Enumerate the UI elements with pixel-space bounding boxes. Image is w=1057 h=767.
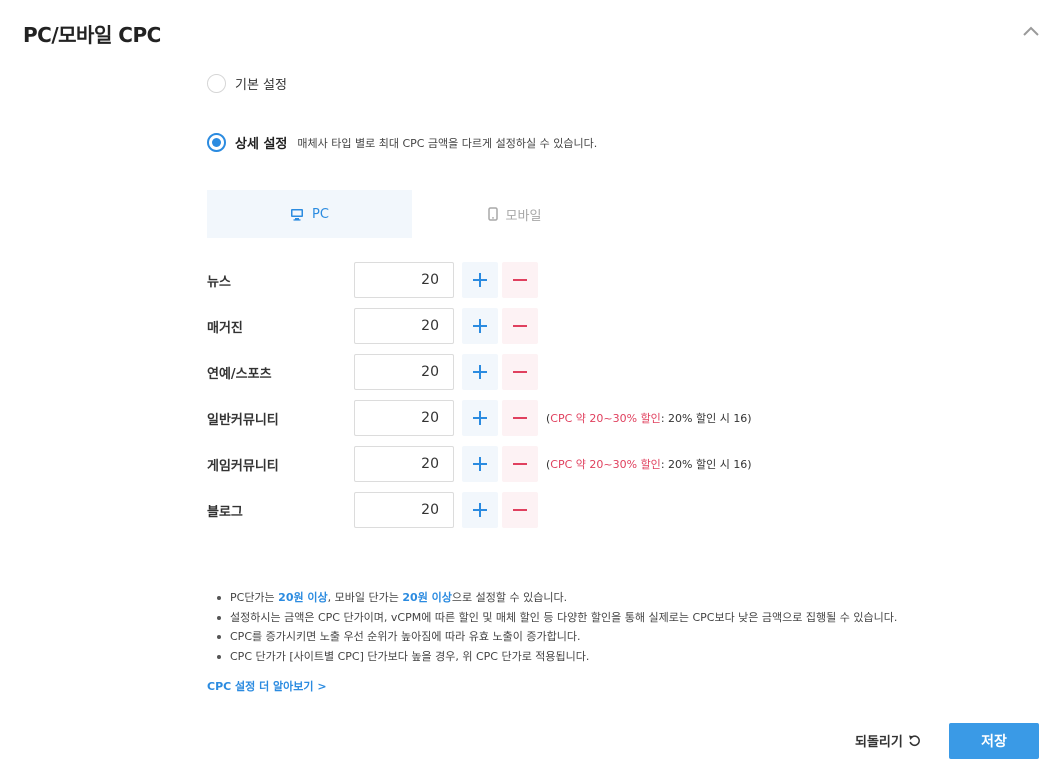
discount-note: (CPC 약 20~30% 할인: 20% 할인 시 16) xyxy=(546,410,752,426)
minus-icon xyxy=(513,509,527,511)
increase-button[interactable] xyxy=(462,262,498,298)
decrease-button[interactable] xyxy=(502,492,538,528)
detail-setting-description: 매체사 타입 별로 최대 CPC 금액을 다르게 설정하실 수 있습니다. xyxy=(297,136,598,150)
plus-icon xyxy=(473,273,487,287)
plus-icon xyxy=(473,457,487,471)
discount-note-rest: : 20% 할인 시 16) xyxy=(660,458,752,471)
note-highlight: 20원 이상 xyxy=(278,591,328,604)
cpc-row: 일반커뮤니티 (CPC 약 20~30% 할인: 20% 할인 시 16) xyxy=(207,400,752,436)
increase-button[interactable] xyxy=(462,446,498,482)
note-highlight: 20원 이상 xyxy=(402,591,452,604)
minus-icon xyxy=(513,463,527,465)
device-tabs: PC 모바일 xyxy=(207,190,617,238)
cpc-row: 블로그 xyxy=(207,492,538,528)
detail-setting-option[interactable]: 상세 설정 매체사 타입 별로 최대 CPC 금액을 다르게 설정하실 수 있습… xyxy=(207,133,597,152)
plus-icon xyxy=(473,411,487,425)
basic-setting-option[interactable]: 기본 설정 xyxy=(207,74,287,93)
tab-pc-label: PC xyxy=(312,206,329,222)
cpc-value-input[interactable] xyxy=(354,354,454,390)
note-item: CPC 단가가 [사이트별 CPC] 단가보다 높을 경우, 위 CPC 단가로… xyxy=(217,647,897,667)
undo-icon xyxy=(908,735,920,746)
cpc-value-input[interactable] xyxy=(354,400,454,436)
discount-note: (CPC 약 20~30% 할인: 20% 할인 시 16) xyxy=(546,456,752,472)
chevron-up-icon xyxy=(1023,26,1039,36)
basic-setting-label: 기본 설정 xyxy=(235,78,287,93)
decrease-button[interactable] xyxy=(502,308,538,344)
note-text: , 모바일 단가는 xyxy=(327,591,403,604)
note-text: PC단가는 xyxy=(230,591,279,604)
reset-button-label: 되돌리기 xyxy=(855,735,903,750)
note-item: 설정하시는 금액은 CPC 단가이며, vCPM에 따른 할인 및 매체 할인 … xyxy=(217,608,897,628)
cpc-row-label: 일반커뮤니티 xyxy=(207,412,279,428)
plus-icon xyxy=(473,319,487,333)
minus-icon xyxy=(513,371,527,373)
increase-button[interactable] xyxy=(462,354,498,390)
mobile-phone-icon xyxy=(487,207,498,221)
increase-button[interactable] xyxy=(462,400,498,436)
learn-more-link[interactable]: CPC 설정 더 알아보기 > xyxy=(207,678,327,694)
cpc-row: 뉴스 xyxy=(207,262,538,298)
save-button[interactable]: 저장 xyxy=(949,723,1039,759)
increase-button[interactable] xyxy=(462,308,498,344)
note-item: PC단가는 20원 이상, 모바일 단가는 20원 이상으로 설정할 수 있습니… xyxy=(217,588,897,608)
cpc-row: 게임커뮤니티 (CPC 약 20~30% 할인: 20% 할인 시 16) xyxy=(207,446,752,482)
minus-icon xyxy=(513,417,527,419)
monitor-icon xyxy=(291,208,304,221)
plus-icon xyxy=(473,365,487,379)
cpc-row-label: 블로그 xyxy=(207,504,243,520)
cpc-value-input[interactable] xyxy=(354,492,454,528)
tab-mobile[interactable]: 모바일 xyxy=(412,190,617,238)
minus-icon xyxy=(513,325,527,327)
note-text: 으로 설정할 수 있습니다. xyxy=(451,591,568,604)
decrease-button[interactable] xyxy=(502,354,538,390)
section-title: PC/모바일 CPC xyxy=(23,23,161,47)
basic-setting-radio[interactable] xyxy=(207,74,226,93)
notes-list: PC단가는 20원 이상, 모바일 단가는 20원 이상으로 설정할 수 있습니… xyxy=(217,588,897,666)
cpc-value-input[interactable] xyxy=(354,446,454,482)
discount-note-highlight: CPC 약 20~30% 할인 xyxy=(550,458,661,471)
tab-pc[interactable]: PC xyxy=(207,190,412,238)
note-item: CPC를 증가시키면 노출 우선 순위가 높아짐에 따라 유효 노출이 증가합니… xyxy=(217,627,897,647)
cpc-value-input[interactable] xyxy=(354,308,454,344)
plus-icon xyxy=(473,503,487,517)
cpc-value-input[interactable] xyxy=(354,262,454,298)
detail-setting-label: 상세 설정 xyxy=(235,137,288,152)
cpc-row-label: 게임커뮤니티 xyxy=(207,458,279,474)
decrease-button[interactable] xyxy=(502,446,538,482)
decrease-button[interactable] xyxy=(502,400,538,436)
collapse-button[interactable] xyxy=(1020,20,1042,42)
tab-mobile-label: 모바일 xyxy=(505,208,542,224)
cpc-row-label: 매거진 xyxy=(207,320,243,336)
cpc-row-label: 뉴스 xyxy=(207,274,231,290)
minus-icon xyxy=(513,279,527,281)
decrease-button[interactable] xyxy=(502,262,538,298)
reset-button[interactable]: 되돌리기 xyxy=(855,731,921,750)
discount-note-highlight: CPC 약 20~30% 할인 xyxy=(550,412,661,425)
cpc-row-label: 연예/스포츠 xyxy=(207,366,272,382)
detail-setting-radio[interactable] xyxy=(207,133,226,152)
discount-note-rest: : 20% 할인 시 16) xyxy=(660,412,752,425)
cpc-row: 매거진 xyxy=(207,308,538,344)
increase-button[interactable] xyxy=(462,492,498,528)
cpc-row: 연예/스포츠 xyxy=(207,354,538,390)
